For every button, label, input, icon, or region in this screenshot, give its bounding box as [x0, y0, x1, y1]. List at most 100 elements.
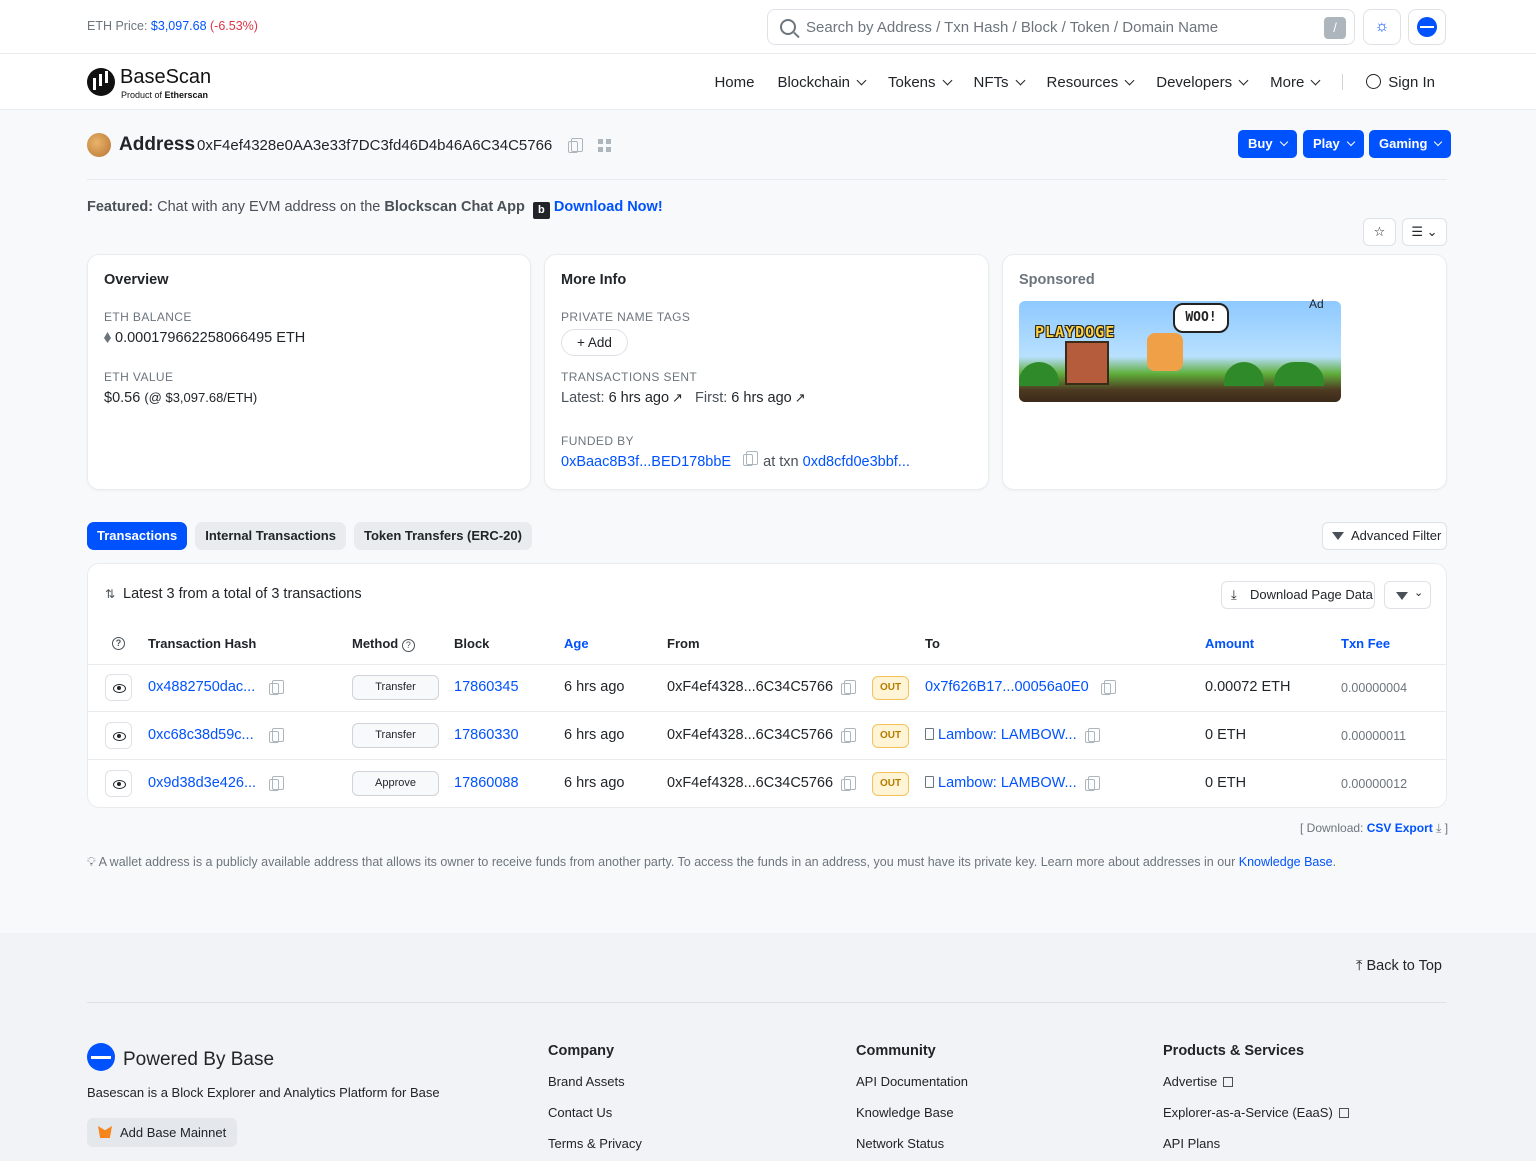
funded-txn-link[interactable]: 0xd8cfd0e3bbf... — [803, 454, 910, 470]
table-row: 0xc68c38d59c... Transfer 17860330 6 hrs ago… — [88, 712, 1446, 760]
block-link[interactable]: 17860345 — [454, 679, 519, 695]
to-address-link[interactable]: 0x7f626B17...00056a0E0 — [925, 679, 1089, 695]
advanced-filter-button[interactable]: Advanced Filter — [1322, 522, 1447, 550]
address-info-note: 💡︎ A wallet address is a publicly availa… — [87, 855, 1337, 869]
first-tx-link[interactable]: 6 hrs ago ↗ — [731, 390, 805, 406]
copy-icon[interactable] — [841, 776, 856, 791]
copy-icon[interactable] — [269, 728, 284, 743]
overview-title: Overview — [104, 272, 169, 288]
nav-developers[interactable]: Developers — [1156, 74, 1249, 91]
list-icon: ☰ ⌄ — [1411, 224, 1438, 239]
sign-in-link[interactable]: Sign In — [1366, 73, 1435, 91]
from-address[interactable]: 0xF4ef4328...6C34C5766 — [667, 775, 833, 791]
download-icon: ⤓ — [1231, 587, 1237, 602]
download-now-link[interactable]: Download Now! — [554, 199, 663, 215]
download-page-data-button[interactable]: ⤓ Download Page Data — [1221, 581, 1375, 609]
footer-company: Company Brand Assets Contact Us Terms & … — [548, 1043, 642, 1161]
external-link-icon — [1223, 1077, 1234, 1087]
tab-internal-transactions[interactable]: Internal Transactions — [195, 522, 346, 550]
more-options-button[interactable]: ☰ ⌄ — [1402, 218, 1447, 246]
copy-icon[interactable] — [743, 451, 759, 466]
from-address[interactable]: 0xF4ef4328...6C34C5766 — [667, 727, 833, 743]
tx-hash-link[interactable]: 0x4882750dac... — [148, 679, 255, 695]
to-address-link[interactable]: Lambow: LAMBOW... — [925, 727, 1077, 743]
col-amount[interactable]: Amount — [1205, 636, 1254, 651]
funded-by-address-link[interactable]: 0xBaac8B3f...BED178bbE — [561, 454, 731, 470]
eth-price-label: ETH Price: — [87, 19, 148, 33]
eye-icon[interactable] — [105, 770, 132, 797]
copy-icon[interactable] — [1085, 776, 1100, 791]
from-address[interactable]: 0xF4ef4328...6C34C5766 — [667, 679, 833, 695]
footer: ⤒ Back to Top Powered By Base Basescan i… — [0, 933, 1536, 1161]
footer-link-network-status[interactable]: Network Status — [856, 1136, 968, 1161]
address-tabs: Transactions Internal Transactions Token… — [87, 522, 532, 550]
filter-icon — [1396, 592, 1408, 600]
help-icon[interactable]: ? — [401, 639, 415, 652]
copy-icon[interactable] — [1085, 728, 1100, 743]
playdoge-ad-banner[interactable]: PLAYDOGE WOO! — [1019, 301, 1341, 402]
add-base-mainnet-button[interactable]: Add Base Mainnet — [87, 1118, 238, 1147]
footer-link-eaas[interactable]: Explorer-as-a-Service (EaaS) — [1163, 1105, 1349, 1136]
copy-icon[interactable] — [841, 728, 856, 743]
nav-resources[interactable]: Resources — [1047, 74, 1135, 91]
nav-tokens[interactable]: Tokens — [888, 74, 952, 91]
eye-icon[interactable] — [105, 722, 132, 749]
nav-blockchain[interactable]: Blockchain — [777, 74, 867, 91]
favorite-button[interactable]: ☆ — [1363, 218, 1396, 246]
eye-icon[interactable] — [105, 674, 132, 701]
block-link[interactable]: 17860088 — [454, 775, 519, 791]
footer-link-contact-us[interactable]: Contact Us — [548, 1105, 642, 1136]
tx-fee: 0.00000011 — [1341, 729, 1407, 743]
gaming-button[interactable]: Gaming — [1369, 130, 1452, 158]
tab-token-transfers[interactable]: Token Transfers (ERC-20) — [353, 522, 532, 550]
chevron-down-icon — [856, 75, 867, 85]
add-name-tag-button[interactable]: + Add — [561, 329, 628, 356]
footer-link-brand-assets[interactable]: Brand Assets — [548, 1074, 642, 1105]
copy-icon[interactable] — [269, 776, 284, 791]
sort-icon: ⇅ — [105, 587, 116, 601]
col-to: To — [925, 636, 940, 651]
buy-button[interactable]: Buy — [1238, 130, 1297, 158]
csv-export-link[interactable]: CSV Export — [1367, 821, 1433, 835]
tx-hash-link[interactable]: 0x9d38d3e426... — [148, 775, 256, 791]
eth-price-value[interactable]: $3,097.68 — [151, 19, 207, 33]
qr-code-icon[interactable] — [598, 139, 611, 152]
star-icon: ☆ — [1373, 224, 1386, 239]
tx-hash-link[interactable]: 0xc68c38d59c... — [148, 727, 254, 743]
play-button[interactable]: Play — [1303, 130, 1364, 158]
footer-link-api-plans[interactable]: API Plans — [1163, 1136, 1349, 1161]
copy-icon[interactable] — [1101, 680, 1116, 695]
search-input[interactable] — [806, 10, 1306, 44]
nav-more[interactable]: More — [1270, 74, 1321, 91]
footer-link-api-documentation[interactable]: API Documentation — [856, 1074, 968, 1105]
footer-link-knowledge-base[interactable]: Knowledge Base — [856, 1105, 968, 1136]
tab-transactions[interactable]: Transactions — [87, 522, 188, 550]
latest-tx-link[interactable]: 6 hrs ago ↗ — [609, 390, 683, 406]
back-to-top-link[interactable]: ⤒ Back to Top — [1356, 958, 1442, 974]
chevron-down-icon — [1434, 137, 1443, 147]
knowledge-base-link[interactable]: Knowledge Base — [1239, 855, 1333, 869]
base-logo-icon — [87, 1043, 115, 1071]
tx-age: 6 hrs ago — [564, 727, 625, 743]
footer-link-advertise[interactable]: Advertise — [1163, 1074, 1349, 1105]
contract-icon — [925, 728, 934, 740]
copy-icon[interactable] — [568, 138, 583, 153]
block-link[interactable]: 17860330 — [454, 727, 519, 743]
copy-icon[interactable] — [269, 680, 284, 695]
theme-toggle-button[interactable]: ☼ — [1363, 9, 1401, 45]
arrow-up-right-icon: ↗ — [672, 390, 683, 405]
network-button[interactable] — [1408, 9, 1446, 45]
nav-nfts[interactable]: NFTs — [974, 74, 1025, 91]
col-age[interactable]: Age — [564, 636, 589, 651]
copy-icon[interactable] — [841, 680, 856, 695]
to-address-link[interactable]: Lambow: LAMBOW... — [925, 775, 1077, 791]
help-icon[interactable]: ? — [112, 637, 125, 650]
chevron-down-icon — [1279, 137, 1288, 147]
table-filter-button[interactable]: ⌄ — [1384, 581, 1431, 609]
address-avatar — [87, 133, 111, 157]
nav-home[interactable]: Home — [714, 74, 754, 91]
col-txn-fee[interactable]: Txn Fee — [1341, 636, 1390, 651]
funded-by: 0xBaac8B3f...BED178bbE at txn 0xd8cfd0e3… — [561, 451, 910, 470]
chevron-down-icon — [1238, 75, 1249, 85]
footer-link-terms-privacy[interactable]: Terms & Privacy — [548, 1136, 642, 1161]
